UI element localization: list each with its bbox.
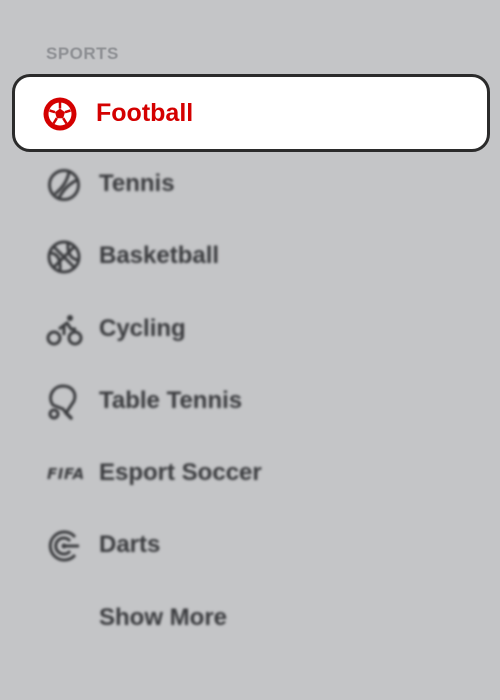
fifa-logo-text: FIFA <box>47 465 85 484</box>
sport-list: Tennis Basketball Cycling Table Tennis F… <box>0 150 500 656</box>
sidebar-item-football[interactable]: Football <box>12 74 490 152</box>
sidebar-item-label: Table Tennis <box>99 386 243 414</box>
basketball-icon <box>47 240 81 274</box>
sidebar-item-darts[interactable]: Darts <box>0 511 500 583</box>
section-title-sports: SPORTS <box>46 44 119 63</box>
sidebar-item-tennis[interactable]: Tennis <box>0 150 500 222</box>
sidebar-item-cycling[interactable]: Cycling <box>0 295 500 367</box>
sidebar-item-label: Football <box>96 99 194 127</box>
dartboard-icon <box>48 530 79 562</box>
fifa-logo-icon: FIFA <box>45 455 85 493</box>
sidebar-item-label: Tennis <box>99 170 175 197</box>
ping-pong-paddle-icon <box>48 384 77 420</box>
soccer-ball-icon <box>43 97 77 131</box>
tennis-ball-icon <box>48 169 80 201</box>
show-more-label: Show More <box>99 603 228 631</box>
sidebar-item-basketball[interactable]: Basketball <box>0 222 500 294</box>
sidebar-item-esport-soccer[interactable]: FIFA Esport Soccer <box>0 439 500 511</box>
sidebar-item-table-tennis[interactable]: Table Tennis <box>0 367 500 439</box>
show-more-button[interactable]: Show More <box>0 584 500 656</box>
sidebar-item-label: Basketball <box>99 242 220 270</box>
sidebar-item-label: Esport Soccer <box>99 459 262 487</box>
cyclist-icon <box>46 314 83 346</box>
sidebar-item-label: Darts <box>99 531 161 559</box>
sidebar-item-label: Cycling <box>99 314 186 342</box>
